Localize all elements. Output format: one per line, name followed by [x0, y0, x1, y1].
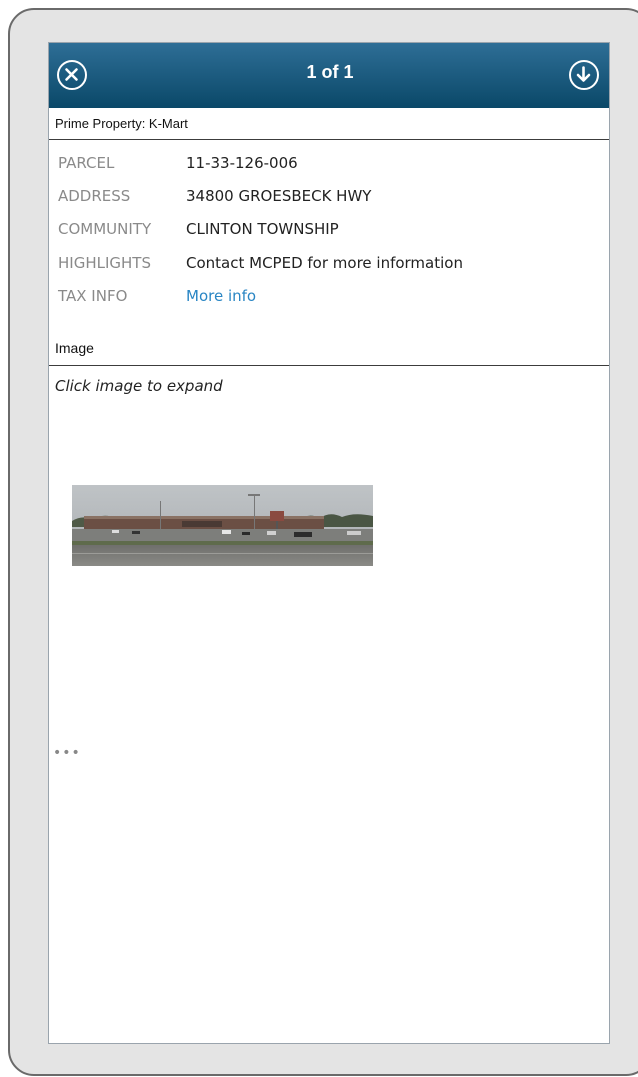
attr-label-community: COMMUNITY: [58, 220, 152, 238]
attr-label-tax-info: TAX INFO: [58, 287, 128, 305]
attr-value-highlights: Contact MCPED for more information: [186, 254, 463, 272]
attr-value-address: 34800 GROESBECK HWY: [186, 187, 372, 205]
more-options-button[interactable]: •••: [53, 745, 81, 761]
popup-header: 1 of 1: [49, 43, 609, 108]
feature-title: Prime Property: K-Mart: [55, 116, 188, 131]
feature-title-row: Prime Property: K-Mart: [49, 109, 609, 140]
media-section-title: Image: [55, 340, 94, 356]
download-button[interactable]: [569, 60, 599, 90]
tax-info-link[interactable]: More info: [186, 287, 256, 305]
popup-panel: 1 of 1 Prime Property: K-Mart PARCEL 11-…: [48, 42, 610, 1044]
attr-value-community: CLINTON TOWNSHIP: [186, 220, 339, 238]
attr-label-parcel: PARCEL: [58, 154, 115, 172]
arrow-down-icon: [576, 66, 591, 82]
media-hint: Click image to expand: [55, 377, 223, 395]
attr-value-parcel: 11-33-126-006: [186, 154, 298, 172]
street-view-photo: [72, 485, 373, 566]
property-thumbnail[interactable]: [72, 485, 373, 566]
section-divider: [49, 365, 609, 366]
page-counter: 1 of 1: [306, 62, 354, 82]
attr-label-address: ADDRESS: [58, 187, 131, 205]
attr-label-highlights: HIGHLIGHTS: [58, 254, 151, 272]
